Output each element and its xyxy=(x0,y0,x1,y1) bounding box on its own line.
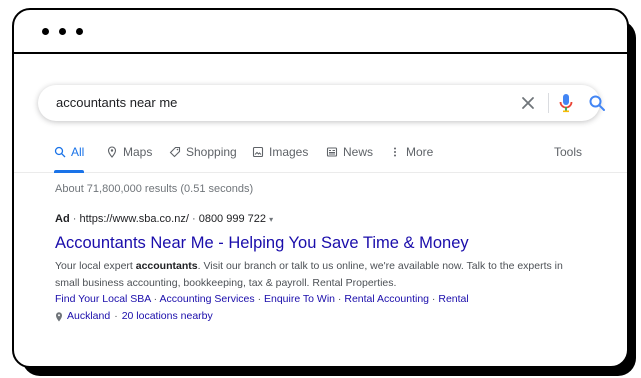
snippet-text: Your local expert xyxy=(55,260,136,272)
ad-phone[interactable]: 0800 999 722 xyxy=(199,213,266,225)
tools-label: Tools xyxy=(554,145,583,159)
microphone-icon[interactable] xyxy=(557,92,575,114)
sitelink[interactable]: Enquire To Win xyxy=(264,293,335,305)
tab-shopping[interactable]: Shopping xyxy=(169,145,237,159)
title-bar xyxy=(14,10,627,54)
tab-images[interactable]: Images xyxy=(252,145,308,159)
ad-badge: Ad xyxy=(55,213,70,225)
tools-button[interactable]: Tools xyxy=(554,145,582,159)
ad-snippet: Your local expert accountants. Visit our… xyxy=(55,258,575,292)
image-icon xyxy=(252,146,264,158)
window-dot xyxy=(59,28,66,35)
search-icon xyxy=(54,146,66,158)
ad-sitelinks: Find Your Local SBA · Accounting Service… xyxy=(55,293,469,305)
sitelink[interactable]: Rental Accounting xyxy=(344,293,429,305)
tab-label: Shopping xyxy=(186,145,237,159)
result-stats: About 71,800,000 results (0.51 seconds) xyxy=(55,183,254,195)
search-tabs: All Maps Shopping Images News More Tools xyxy=(14,143,627,173)
tab-maps[interactable]: Maps xyxy=(106,145,152,159)
ad-url[interactable]: https://www.sba.co.nz/ xyxy=(79,213,188,225)
tab-label: All xyxy=(71,145,85,159)
window-dot xyxy=(42,28,49,35)
tab-all[interactable]: All xyxy=(54,145,84,159)
tab-more[interactable]: More xyxy=(389,145,433,159)
ad-location: Auckland · 20 locations nearby xyxy=(55,310,213,322)
search-icon[interactable] xyxy=(588,94,606,112)
map-pin-icon xyxy=(107,146,117,158)
ad-title-link[interactable]: Accountants Near Me - Helping You Save T… xyxy=(55,234,469,253)
search-box[interactable]: accountants near me xyxy=(38,85,605,121)
active-tab-indicator xyxy=(54,170,84,173)
tab-label: News xyxy=(343,145,374,159)
chevron-down-icon[interactable]: ▾ xyxy=(269,215,273,224)
tag-icon xyxy=(169,146,181,158)
more-icon xyxy=(394,147,396,157)
tab-news[interactable]: News xyxy=(326,145,373,159)
news-icon xyxy=(326,147,338,157)
tab-label: More xyxy=(406,145,434,159)
snippet-bold: accountants xyxy=(135,260,198,272)
ad-header: Ad · https://www.sba.co.nz/ · 0800 999 7… xyxy=(55,213,274,225)
window-dot xyxy=(76,28,83,35)
browser-window: accountants near me All Maps Shopping Im… xyxy=(12,8,629,368)
tab-label: Maps xyxy=(123,145,153,159)
location-pin-icon xyxy=(56,311,62,321)
sitelink[interactable]: Rental xyxy=(438,293,468,305)
sitelink[interactable]: Accounting Services xyxy=(160,293,255,305)
search-input[interactable]: accountants near me xyxy=(56,95,177,110)
tab-label: Images xyxy=(269,145,309,159)
close-icon[interactable] xyxy=(518,93,538,113)
sitelink[interactable]: Find Your Local SBA xyxy=(55,293,151,305)
search-divider xyxy=(548,93,549,113)
locations-nearby-link[interactable]: 20 locations nearby xyxy=(122,310,213,322)
location-link[interactable]: Auckland xyxy=(67,310,110,322)
